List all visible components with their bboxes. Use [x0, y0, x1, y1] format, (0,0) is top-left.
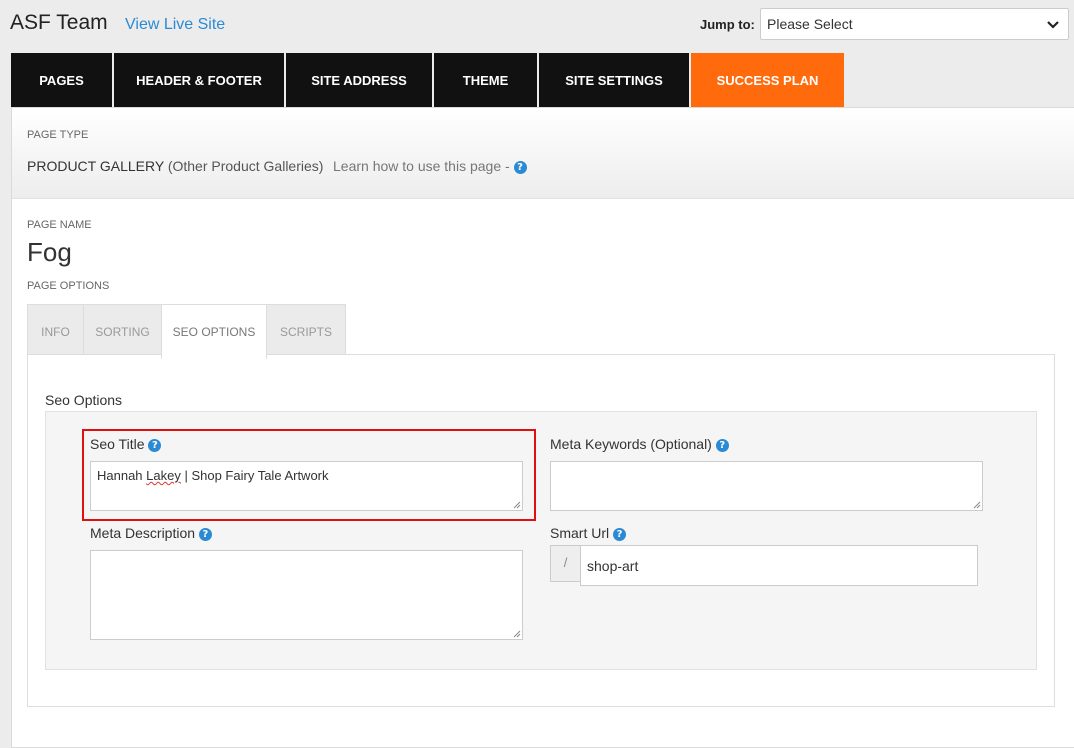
seo-options-panel: Seo Options Seo Title ? Hannah Lakey | S… — [27, 354, 1055, 707]
jump-to-select[interactable]: Please Select — [760, 8, 1069, 40]
page-name-value: Fog — [27, 237, 72, 267]
smart-url-label: Smart Url ? — [550, 525, 627, 541]
chevron-down-icon — [1047, 21, 1059, 29]
page-options-tabs: INFO SORTING SEO OPTIONS SCRIPTS — [27, 304, 346, 359]
help-icon[interactable]: ? — [513, 161, 527, 174]
page-type-name: PRODUCT GALLERY — [27, 158, 164, 174]
smart-url-label-text: Smart Url — [550, 525, 610, 541]
smart-url-prefix: / — [550, 545, 581, 582]
meta-keywords-label: Meta Keywords (Optional) ? — [550, 436, 729, 452]
help-icon[interactable]: ? — [715, 439, 729, 452]
resize-grip-icon[interactable] — [973, 501, 981, 509]
nav-tab-theme[interactable]: THEME — [434, 53, 537, 108]
resize-grip-icon[interactable] — [513, 630, 521, 638]
main-nav: PAGES HEADER & FOOTER SITE ADDRESS THEME… — [11, 53, 846, 108]
smart-url-value: shop-art — [587, 558, 639, 574]
jump-to-value: Please Select — [767, 16, 853, 32]
tab-info[interactable]: INFO — [27, 304, 84, 359]
meta-description-field[interactable] — [90, 550, 523, 640]
tab-seo-options[interactable]: SEO OPTIONS — [161, 304, 267, 359]
page-type-value: PRODUCT GALLERY (Other Product Galleries… — [27, 158, 323, 174]
nav-tab-site-settings[interactable]: SITE SETTINGS — [539, 53, 689, 108]
meta-description-label-text: Meta Description — [90, 525, 196, 541]
team-name: ASF Team — [10, 11, 108, 34]
meta-description-label: Meta Description ? — [90, 525, 212, 541]
page-type-label: PAGE TYPE — [27, 129, 89, 141]
tab-scripts[interactable]: SCRIPTS — [266, 304, 346, 359]
nav-tab-pages[interactable]: PAGES — [11, 53, 112, 108]
seo-options-heading: Seo Options — [45, 392, 123, 408]
help-icon[interactable]: ? — [198, 528, 212, 541]
page-editor-panel: PAGE TYPE PRODUCT GALLERY (Other Product… — [11, 107, 1074, 748]
jump-to-label: Jump to: — [700, 17, 755, 32]
page-type-section: PAGE TYPE PRODUCT GALLERY (Other Product… — [12, 108, 1074, 199]
seo-title-highlight — [82, 429, 536, 521]
seo-fields-box: Seo Title ? Hannah Lakey | Shop Fairy Ta… — [45, 411, 1037, 670]
smart-url-field[interactable]: shop-art — [580, 545, 978, 586]
help-icon[interactable]: ? — [613, 528, 627, 541]
learn-how-text: Learn how to use this page - — [333, 158, 510, 174]
meta-keywords-label-text: Meta Keywords (Optional) — [550, 436, 712, 452]
page-options-label: PAGE OPTIONS — [27, 280, 110, 292]
page-type-sub: (Other Product Galleries) — [167, 158, 324, 174]
meta-keywords-field[interactable] — [550, 461, 983, 511]
nav-tab-site-address[interactable]: SITE ADDRESS — [286, 53, 432, 108]
nav-tab-header-footer[interactable]: HEADER & FOOTER — [114, 53, 284, 108]
page-name-label: PAGE NAME — [27, 219, 92, 231]
learn-how-link[interactable]: Learn how to use this page - ? — [333, 158, 527, 174]
view-live-site-link[interactable]: View Live Site — [125, 16, 225, 34]
nav-tab-success-plan[interactable]: SUCCESS PLAN — [691, 53, 844, 108]
tab-sorting[interactable]: SORTING — [83, 304, 162, 359]
